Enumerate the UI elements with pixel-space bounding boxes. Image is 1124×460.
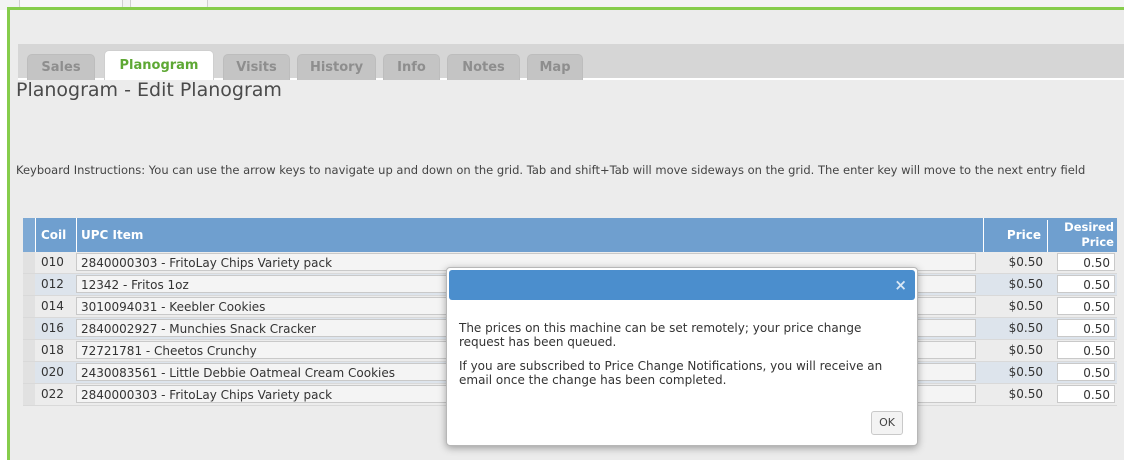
price-cell: $0.50: [1008, 277, 1043, 291]
header-desired-price[interactable]: Desired Price: [1047, 220, 1117, 252]
desired-price-field[interactable]: 0.50: [1057, 363, 1115, 381]
desired-price-field[interactable]: 0.50: [1057, 319, 1115, 337]
tab-sales[interactable]: Sales: [27, 54, 95, 80]
header-coil[interactable]: Coil: [41, 218, 66, 252]
price-cell: $0.50: [1008, 387, 1043, 401]
row-lead-cell: [23, 274, 35, 295]
tab-planogram[interactable]: Planogram: [104, 50, 214, 80]
header-desired-line2: Price: [1081, 235, 1114, 249]
header-price[interactable]: Price: [983, 218, 1047, 252]
desired-price-field[interactable]: 0.50: [1057, 253, 1115, 271]
dialog-body: The prices on this machine can be set re…: [459, 321, 909, 397]
dialog-message-notifications: If you are subscribed to Price Change No…: [459, 359, 883, 387]
tab-info[interactable]: Info: [383, 54, 440, 80]
ok-button[interactable]: OK: [871, 411, 903, 435]
dialog-message-queued: The prices on this machine can be set re…: [459, 321, 862, 349]
coil-cell: 016: [41, 321, 64, 335]
coil-cell: 020: [41, 365, 64, 379]
row-lead-cell: [23, 252, 35, 273]
coil-cell: 022: [41, 387, 64, 401]
header-lead-cell: [23, 218, 36, 252]
tab-history[interactable]: History: [297, 54, 376, 80]
close-icon[interactable]: ×: [894, 276, 907, 294]
row-lead-cell: [23, 384, 35, 405]
price-cell: $0.50: [1008, 321, 1043, 335]
desired-price-field[interactable]: 0.50: [1057, 275, 1115, 293]
header-upc-item[interactable]: UPC Item: [76, 218, 143, 252]
row-lead-cell: [23, 340, 35, 361]
price-cell: $0.50: [1008, 299, 1043, 313]
price-cell: $0.50: [1008, 255, 1043, 269]
coil-cell: 010: [41, 255, 64, 269]
desired-price-field[interactable]: 0.50: [1057, 385, 1115, 403]
desired-price-field[interactable]: 0.50: [1057, 341, 1115, 359]
page-title: Planogram - Edit Planogram: [16, 79, 282, 101]
coil-cell: 014: [41, 299, 64, 313]
price-cell: $0.50: [1008, 365, 1043, 379]
desired-price-field[interactable]: 0.50: [1057, 297, 1115, 315]
price-change-dialog: × The prices on this machine can be set …: [446, 267, 918, 446]
row-lead-cell: [23, 362, 35, 383]
header-desired-line1: Desired: [1064, 220, 1114, 234]
tab-visits[interactable]: Visits: [223, 54, 290, 80]
row-lead-cell: [23, 296, 35, 317]
row-lead-cell: [23, 318, 35, 339]
price-cell: $0.50: [1008, 343, 1043, 357]
tab-map[interactable]: Map: [527, 54, 583, 80]
grid-header: Coil UPC Item Price Desired Price: [23, 218, 1117, 252]
tab-bar: Sales Planogram Visits History Info Note…: [18, 44, 1124, 80]
tab-notes[interactable]: Notes: [447, 54, 520, 80]
dialog-titlebar[interactable]: ×: [449, 270, 915, 300]
coil-cell: 012: [41, 277, 64, 291]
keyboard-instructions: Keyboard Instructions: You can use the a…: [16, 163, 1086, 177]
coil-cell: 018: [41, 343, 64, 357]
